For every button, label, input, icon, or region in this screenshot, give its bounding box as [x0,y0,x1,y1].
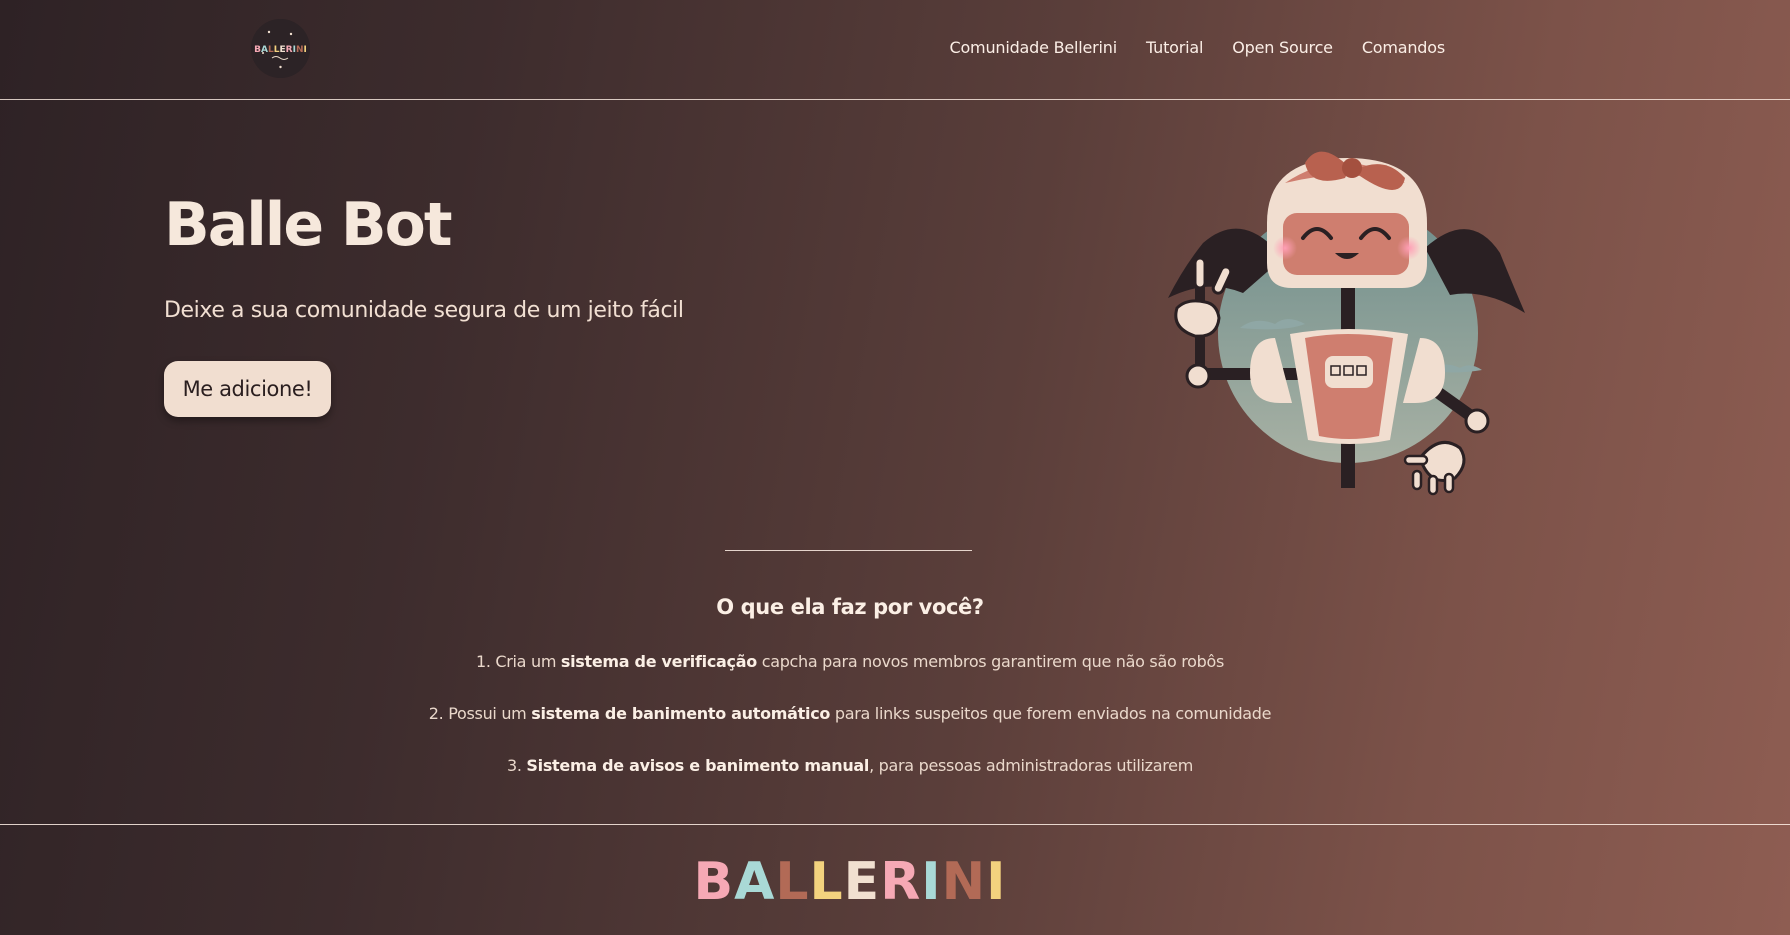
footer-logo-letter: I [986,852,1007,912]
feature-item-2: 2. Possui um sistema de banimento automá… [428,704,1272,723]
nav-link-tutorial[interactable]: Tutorial [1146,38,1203,57]
footer-logo-letter: N [941,852,987,912]
ballerini-logo-icon[interactable]: BALLERINI [251,19,310,78]
footer-divider [0,824,1790,825]
feature-item-1: 1. Cria um sistema de verificação capcha… [475,652,1225,671]
nav-link-open-source[interactable]: Open Source [1232,38,1333,57]
footer-logo-letter: A [734,852,776,912]
hero-title: Balle Bot [164,190,453,260]
features-title: O que ela faz por você? [716,595,984,619]
footer-logo-letter: L [775,852,810,912]
footer-logo-letter: E [843,852,881,912]
svg-text:BALLERINI: BALLERINI [254,45,307,55]
footer-logo-letter: I [921,852,942,912]
footer-logo-letter: B [693,852,735,912]
feature-item-3: 3. Sistema de avisos e banimento manual,… [506,756,1194,775]
footer-logo-letter: R [880,852,922,912]
footer-logo-letter: L [809,852,844,912]
section-divider [725,550,972,551]
nav-link-comandos[interactable]: Comandos [1362,38,1445,57]
footer-ballerini-logo: BALLERINI [0,856,1700,908]
robot-mascot-illustration [1168,151,1525,496]
nav-link-comunidade[interactable]: Comunidade Bellerini [950,38,1118,57]
nav-links: Comunidade Bellerini Tutorial Open Sourc… [950,38,1446,57]
hero-subtitle: Deixe a sua comunidade segura de um jeit… [164,298,684,323]
add-bot-button[interactable]: Me adicione! [164,361,331,417]
top-nav: BALLERINI Comunidade Bellerini Tutorial … [0,0,1790,100]
